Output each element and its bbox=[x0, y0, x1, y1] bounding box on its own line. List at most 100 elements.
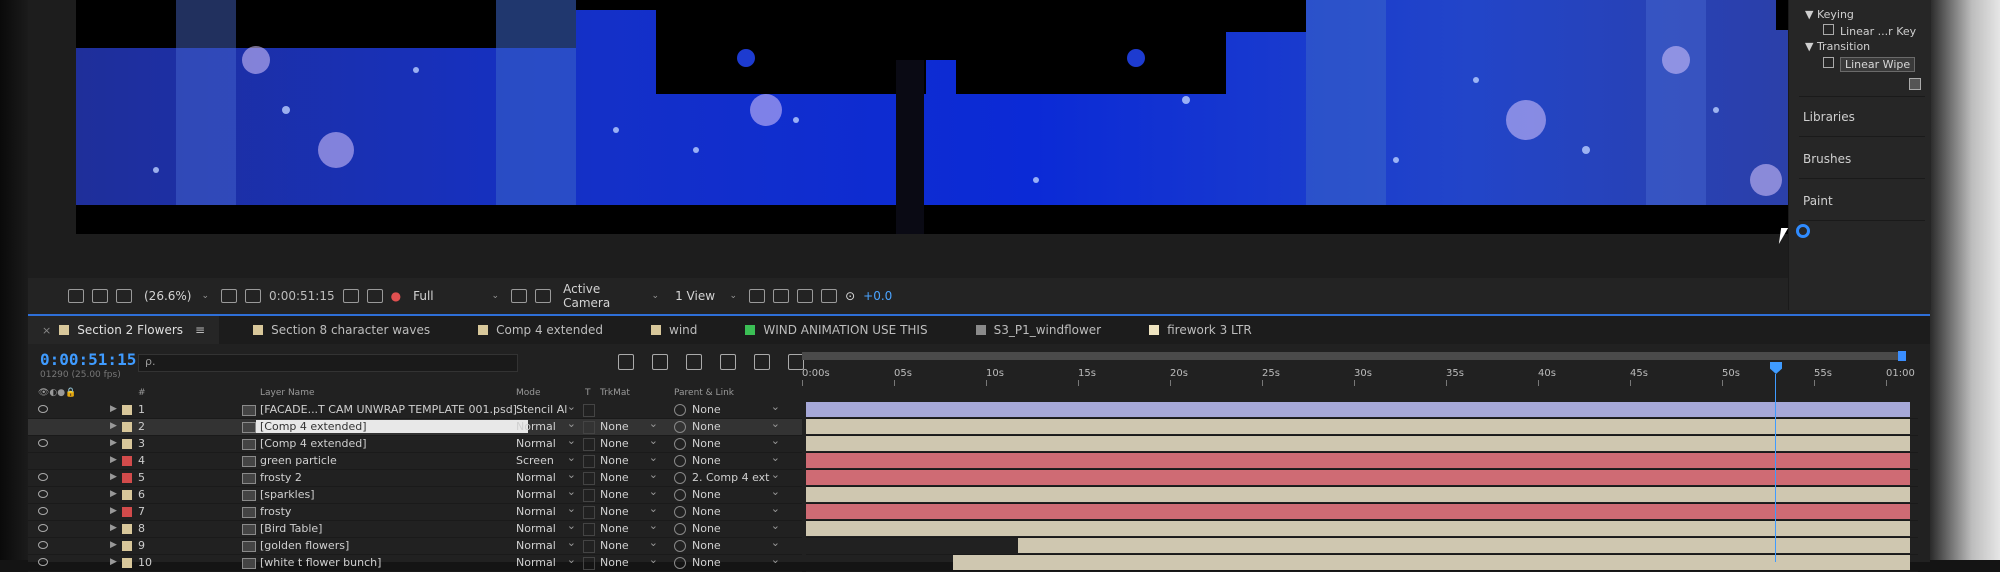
view-layout-select[interactable]: 1 View ⌄ bbox=[671, 288, 741, 304]
layer-label-color[interactable] bbox=[122, 490, 132, 500]
parent-select[interactable]: 2. Comp 4 ext bbox=[692, 468, 780, 484]
expand-twirl-icon[interactable]: ▶ bbox=[110, 489, 117, 499]
blend-mode-select[interactable]: Normal bbox=[516, 502, 576, 518]
libraries-panel-tab[interactable]: Libraries bbox=[1803, 110, 1855, 124]
preserve-transparency-toggle[interactable] bbox=[583, 489, 595, 502]
time-ruler[interactable]: 0:00s 05s 10s 15s 20s 25s 30s 35s 40s 45s 50s 55s 01… bbox=[802, 348, 1930, 386]
parent-pick-whip-icon[interactable] bbox=[674, 557, 686, 569]
visibility-eye-icon[interactable] bbox=[38, 558, 48, 566]
blend-mode-select[interactable]: Normal bbox=[516, 417, 576, 433]
layer-name[interactable]: frosty 2 bbox=[260, 471, 302, 484]
track-matte-select[interactable]: None bbox=[600, 502, 658, 518]
parent-pick-whip-icon[interactable] bbox=[674, 489, 686, 501]
viewer-timecode[interactable]: 0:00:51:15 bbox=[269, 289, 335, 303]
blend-mode-select[interactable]: Normal bbox=[516, 519, 576, 535]
expand-twirl-icon[interactable]: ▶ bbox=[110, 523, 117, 533]
expand-twirl-icon[interactable]: ▶ bbox=[110, 421, 117, 431]
preserve-transparency-toggle[interactable] bbox=[583, 455, 595, 468]
track-matte-select[interactable]: None bbox=[600, 519, 658, 535]
monitor-icon[interactable] bbox=[92, 289, 108, 303]
toggle-pixel-aspect-icon[interactable] bbox=[749, 289, 766, 303]
visibility-eye-icon[interactable] bbox=[38, 524, 48, 532]
paint-panel-tab[interactable]: Paint bbox=[1803, 194, 1833, 208]
layer-label-color[interactable] bbox=[122, 405, 132, 415]
parent-pick-whip-icon[interactable] bbox=[674, 421, 686, 433]
expand-twirl-icon[interactable]: ▶ bbox=[110, 557, 117, 567]
layer-bar[interactable] bbox=[953, 555, 1910, 570]
layer-name[interactable]: [Bird Table] bbox=[260, 522, 322, 535]
visibility-eye-icon[interactable] bbox=[38, 405, 48, 413]
visibility-eye-icon[interactable] bbox=[38, 439, 48, 447]
brushes-panel-tab[interactable]: Brushes bbox=[1803, 152, 1851, 166]
preserve-transparency-toggle[interactable] bbox=[583, 472, 595, 485]
parent-pick-whip-icon[interactable] bbox=[674, 438, 686, 450]
comp-tab[interactable]: wind bbox=[637, 316, 711, 344]
preserve-transparency-toggle[interactable] bbox=[583, 540, 595, 553]
linear-wipe-effect[interactable]: Linear Wipe bbox=[1823, 57, 1916, 72]
layer-row[interactable]: ▶ 1 [FACADE...T CAM UNWRAP TEMPLATE 001.ps… bbox=[28, 400, 802, 419]
expand-twirl-icon[interactable]: ▶ bbox=[110, 455, 117, 465]
layer-name[interactable]: [FACADE...T CAM UNWRAP TEMPLATE 001.psd] bbox=[260, 403, 517, 416]
comp-tab[interactable]: firework 3 LTR bbox=[1135, 316, 1266, 344]
expand-twirl-icon[interactable]: ▶ bbox=[110, 506, 117, 516]
layer-label-color[interactable] bbox=[122, 422, 132, 432]
track-matte-select[interactable]: None bbox=[600, 417, 658, 433]
layer-bar[interactable] bbox=[806, 402, 1910, 417]
layer-bar[interactable] bbox=[806, 470, 1910, 485]
fast-previews-icon[interactable] bbox=[773, 289, 790, 303]
panel-menu-icon[interactable]: ≡ bbox=[195, 323, 205, 337]
work-area-end-handle[interactable] bbox=[1898, 351, 1906, 361]
parent-select[interactable]: None bbox=[692, 553, 780, 569]
preserve-transparency-toggle[interactable] bbox=[583, 557, 595, 570]
layer-row[interactable]: ▶ 6 [sparkles] Normal None None bbox=[28, 485, 802, 504]
layer-bar[interactable] bbox=[806, 521, 1910, 536]
frame-blending-icon[interactable] bbox=[720, 354, 736, 370]
resolution-select[interactable]: Full ⌄ bbox=[409, 288, 503, 304]
blend-mode-select[interactable]: Screen bbox=[516, 451, 576, 467]
blend-mode-select[interactable]: Normal bbox=[516, 536, 576, 552]
preserve-transparency-toggle[interactable] bbox=[583, 438, 595, 451]
parent-select[interactable]: None bbox=[692, 400, 780, 416]
parent-select[interactable]: None bbox=[692, 519, 780, 535]
layer-row[interactable]: ▶ 8 [Bird Table] Normal None None bbox=[28, 519, 802, 538]
layer-name[interactable]: green particle bbox=[260, 454, 337, 467]
blend-mode-select[interactable]: Stencil Al bbox=[516, 400, 576, 416]
comp-tab[interactable]: Comp 4 extended bbox=[464, 316, 617, 344]
layer-label-color[interactable] bbox=[122, 507, 132, 517]
work-area-bar[interactable] bbox=[802, 351, 1906, 361]
grid-icon[interactable] bbox=[245, 289, 262, 303]
layer-name[interactable]: [golden flowers] bbox=[260, 539, 349, 552]
layer-bar[interactable] bbox=[1017, 538, 1910, 553]
camera-view-select[interactable]: Active Camera ⌄ bbox=[559, 281, 663, 311]
layer-row[interactable]: ▶ 4 green particle Screen None None bbox=[28, 451, 802, 470]
comp-tab[interactable]: S3_P1_windflower bbox=[962, 316, 1116, 344]
parent-pick-whip-icon[interactable] bbox=[674, 404, 686, 416]
parent-pick-whip-icon[interactable] bbox=[674, 506, 686, 518]
expand-twirl-icon[interactable]: ▶ bbox=[110, 540, 117, 550]
timeline-icon[interactable] bbox=[797, 289, 814, 303]
visibility-eye-icon[interactable] bbox=[38, 541, 48, 549]
transition-group[interactable]: ▼ Transition bbox=[1805, 40, 1870, 53]
layer-row[interactable]: ▶ 7 frosty Normal None None bbox=[28, 502, 802, 521]
track-matte-select[interactable]: None bbox=[600, 485, 658, 501]
color-channels-icon[interactable]: ● bbox=[391, 289, 401, 303]
parent-pick-whip-icon[interactable] bbox=[674, 455, 686, 467]
blend-mode-select[interactable]: Normal bbox=[516, 468, 576, 484]
layer-row[interactable]: ▶ 9 [golden flowers] Normal None None bbox=[28, 536, 802, 555]
show-snapshot-icon[interactable] bbox=[366, 289, 383, 303]
comp-tab[interactable]: × Section 2 Flowers ≡ bbox=[28, 316, 220, 344]
layer-row[interactable]: ▶ 2 [Comp 4 extended]Normal None None bbox=[28, 417, 802, 436]
layer-row[interactable]: ▶ 3 [Comp 4 extended] Normal None None bbox=[28, 434, 802, 453]
layer-label-color[interactable] bbox=[122, 541, 132, 551]
comp-tab[interactable]: Section 8 character waves bbox=[239, 316, 444, 344]
parent-select[interactable]: None bbox=[692, 451, 780, 467]
zoom-select[interactable]: (26.6%) ⌄ bbox=[140, 288, 213, 304]
column-layer-name[interactable]: Layer Name bbox=[260, 388, 315, 398]
exposure-reset-icon[interactable]: ⊙ bbox=[845, 289, 855, 303]
composition-canvas[interactable] bbox=[76, 0, 1816, 234]
blend-mode-select[interactable]: Normal bbox=[516, 553, 576, 569]
scroll-handle[interactable] bbox=[1796, 224, 1810, 238]
parent-select[interactable]: None bbox=[692, 434, 780, 450]
preserve-transparency-toggle[interactable] bbox=[583, 421, 595, 434]
close-icon[interactable]: × bbox=[42, 324, 51, 337]
